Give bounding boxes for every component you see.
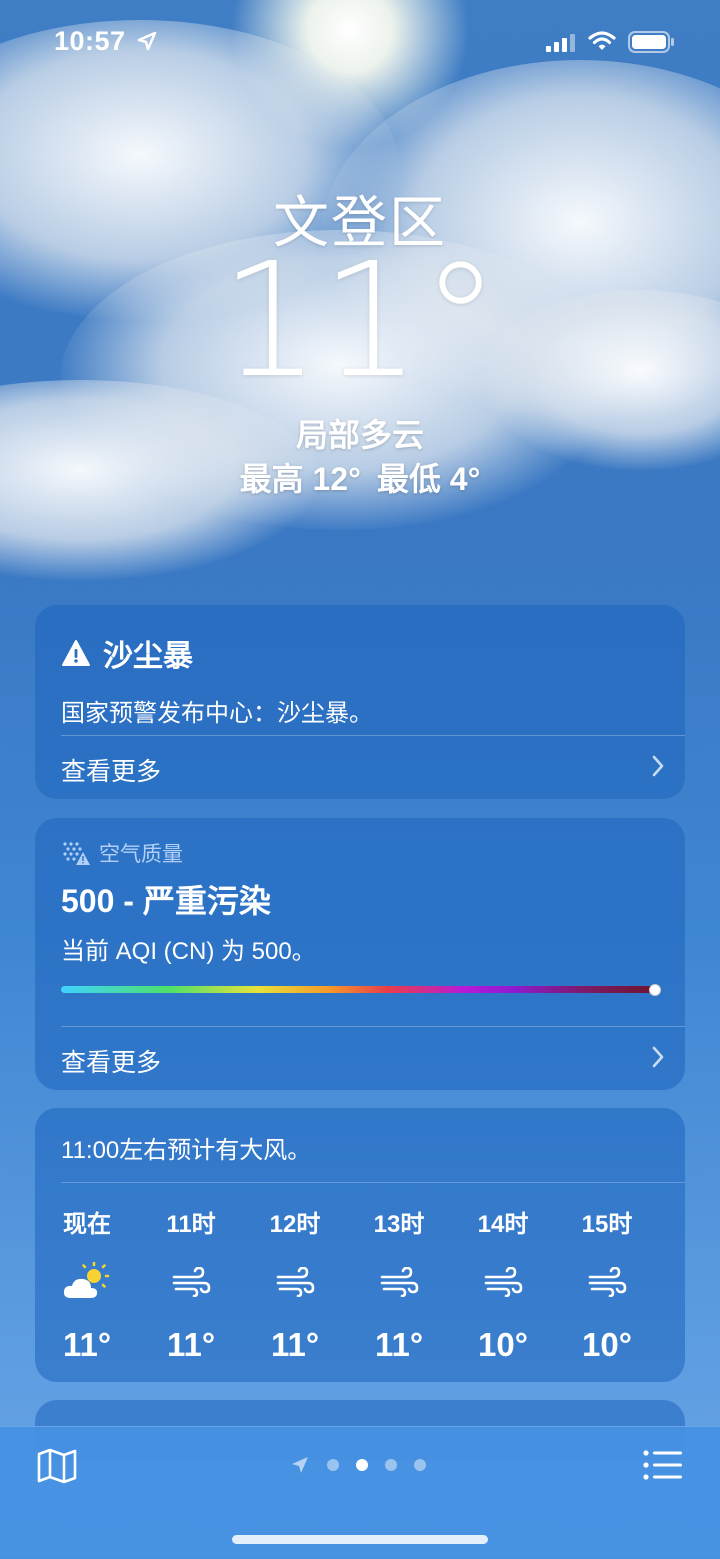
wind-icon [243,1252,347,1312]
alert-title-text: 沙尘暴 [103,640,193,673]
forecast-note: 11:00左右预计有大风。 [61,1137,312,1164]
hourly-forecast-item: 1 [659,1204,685,1326]
air-quality-header: 空气质量 [61,838,183,868]
aqi-description: 当前 AQI (CN) 为 500。 [61,938,316,965]
partly-cloudy-sun-icon [35,1252,139,1312]
status-time: 10:57 [54,26,126,56]
high-temperature: 最高 12° [239,461,361,497]
divider [61,735,685,736]
severe-weather-alert-card[interactable]: 沙尘暴 国家预警发布中心：沙尘暴。 查看更多 [35,605,685,799]
aqi-indicator-dot [649,984,661,996]
page-dot[interactable] [356,1459,368,1471]
location-arrow-icon [292,1457,308,1473]
hour-label: 12时 [269,1211,321,1238]
air-quality-label: 空气质量 [99,843,183,866]
map-icon[interactable] [36,1447,78,1485]
aqi-scale-bar [61,986,655,993]
home-indicator[interactable] [232,1535,488,1544]
hourly-forecast-item: 12时 11° [243,1204,347,1364]
battery-icon [628,31,674,53]
hourly-forecast-item: 11时 11° [139,1204,243,1364]
alert-see-more-label: 查看更多 [61,758,162,786]
hourly-forecast-item: 13时 11° [347,1204,451,1364]
hour-temperature: 10° [478,1326,528,1363]
hour-label: 15时 [581,1211,633,1238]
divider [61,1182,685,1183]
high-low: 最高 12° 最低 4° [0,454,720,500]
current-temperature: 11° [219,229,501,413]
wifi-icon [588,31,616,50]
page-dot[interactable] [414,1459,426,1471]
low-temperature: 最低 4° [376,461,481,497]
hour-label: 14时 [477,1211,529,1238]
wind-icon [347,1252,451,1312]
air-quality-card[interactable]: 空气质量 500 - 严重污染 当前 AQI (CN) 为 500。 查看更多 [35,818,685,1090]
aq-see-more-row[interactable]: 查看更多 [61,1043,665,1079]
location-arrow-icon [137,31,157,51]
page-dot[interactable] [385,1459,397,1471]
list-icon[interactable] [642,1449,684,1481]
alert-title: 沙尘暴 [61,631,193,675]
hour-temperature: 11° [166,1326,216,1363]
wind-icon [139,1252,243,1312]
divider [61,1026,685,1027]
chevron-right-icon [652,755,664,777]
aq-see-more-label: 查看更多 [61,1049,162,1077]
alert-see-more-row[interactable]: 查看更多 [61,752,665,788]
hour-label: 现在 [63,1211,111,1238]
cellular-signal-icon [546,34,575,52]
page-indicator[interactable] [290,1455,426,1475]
hourly-forecast-item: 现在 11° [35,1204,139,1364]
status-bar: 10:57 [0,22,720,62]
hour-label: 13时 [373,1211,425,1238]
hourly-scroller[interactable]: 现在 11° 11时 11° 12时 11° 13时 11° 14时 10° 15时 10° 1 [35,1204,685,1374]
weather-icon [659,1252,685,1312]
current-condition: 局部多云 [295,417,424,453]
hour-label: 1 [659,1204,685,1240]
hour-temperature: 11° [270,1326,320,1363]
warning-icon [62,640,90,666]
hour-temperature: 11° [62,1326,112,1363]
alert-body: 国家预警发布中心：沙尘暴。 [61,700,373,727]
bottom-toolbar [0,1426,720,1559]
hour-temperature: 11° [374,1326,424,1363]
hourly-forecast-item: 15时 10° [555,1204,659,1364]
air-quality-icon [63,842,90,865]
aqi-value: 500 - 严重污染 [61,883,271,919]
wind-icon [555,1252,659,1312]
hour-temperature: 10° [582,1326,632,1363]
hourly-forecast-card[interactable]: 11:00左右预计有大风。 现在 11° 11时 11° 12时 11° 13时 11° 14时… [35,1108,685,1382]
chevron-right-icon [652,1046,664,1068]
hourly-forecast-item: 14时 10° [451,1204,555,1364]
page-dot[interactable] [327,1459,339,1471]
hour-label: 11时 [166,1211,216,1238]
wind-icon [451,1252,555,1312]
